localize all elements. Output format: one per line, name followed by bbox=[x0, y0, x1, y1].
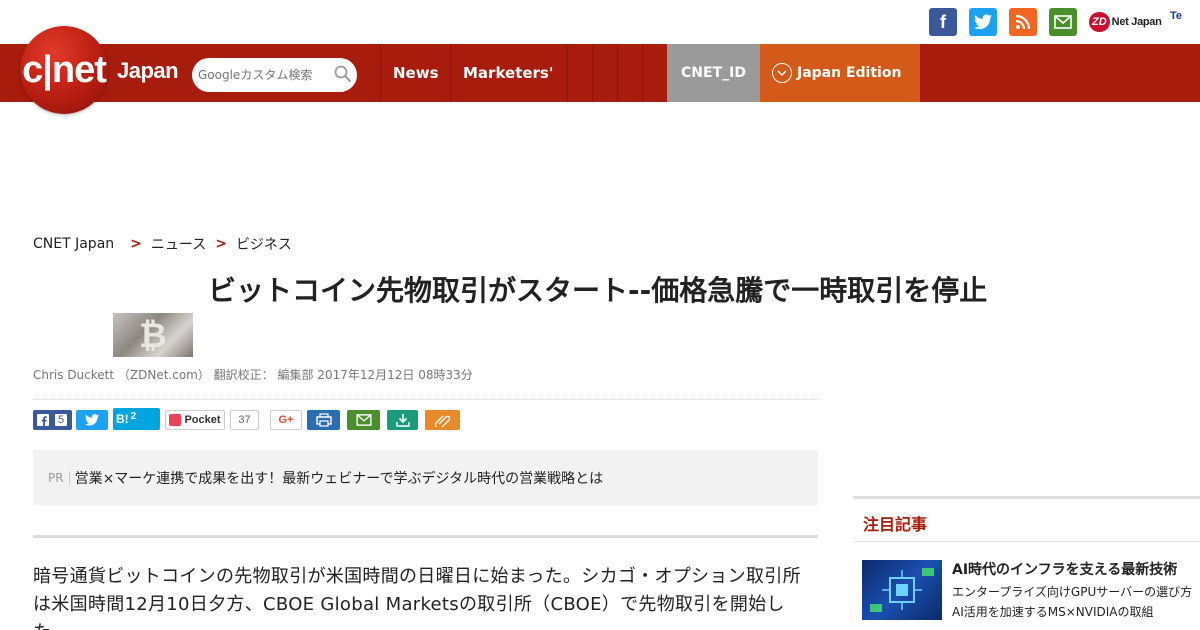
pr-text[interactable]: 営業×マーケ連携で成果を出す！最新ウェビナーで学ぶデジタル時代の営業戦略とは bbox=[75, 468, 604, 488]
search-input[interactable] bbox=[192, 58, 357, 92]
breadcrumb-separator: > bbox=[130, 236, 142, 252]
clip-button[interactable] bbox=[425, 410, 460, 430]
breadcrumb-business[interactable]: ビジネス bbox=[236, 234, 292, 254]
sidebar-item-headline[interactable]: AI時代のインフラを支える最新技術 bbox=[952, 559, 1177, 579]
sidebar-divider bbox=[853, 541, 1200, 542]
nav-separator bbox=[642, 44, 643, 102]
pr-box[interactable]: PR 営業×マーケ連携で成果を出す！最新ウェビナーで学ぶデジタル時代の営業戦略と… bbox=[33, 450, 818, 505]
nav-separator bbox=[592, 44, 593, 102]
tech-logo-text: Te bbox=[1170, 10, 1183, 22]
google-plus-button[interactable]: G+ bbox=[270, 410, 302, 430]
twitter-icon bbox=[85, 414, 99, 426]
sidebar-item-subtitle[interactable]: AI活用を加速するMS×NVIDIAの取組 bbox=[952, 603, 1154, 620]
breadcrumb-separator: > bbox=[215, 236, 227, 252]
logo-japan-text: Japan bbox=[117, 58, 179, 83]
print-icon bbox=[315, 413, 332, 427]
breadcrumb-news[interactable]: ニュース bbox=[151, 234, 206, 254]
zdnet-japan-logo[interactable]: ZD Net Japan bbox=[1089, 9, 1162, 35]
sidebar-title: 注目記事 bbox=[863, 515, 928, 534]
nav-item-news[interactable]: News bbox=[393, 44, 439, 102]
hatena-count: 2 bbox=[130, 410, 137, 422]
pocket-button[interactable]: Pocket bbox=[165, 410, 225, 430]
pocket-icon bbox=[169, 414, 182, 426]
article-byline: Chris Duckett （ZDNet.com） 翻訳校正： 編集部 2017… bbox=[33, 368, 473, 382]
nav-separator bbox=[567, 44, 568, 102]
divider bbox=[33, 399, 818, 400]
divider bbox=[33, 535, 818, 538]
breadcrumb-home[interactable]: CNET Japan bbox=[33, 236, 114, 252]
sidebar-divider bbox=[853, 496, 1200, 499]
facebook-share-button[interactable]: 5 bbox=[33, 410, 72, 430]
breadcrumb: CNET Japan > ニュース > ビジネス bbox=[33, 234, 292, 254]
nav-separator bbox=[380, 44, 381, 102]
chip-image bbox=[870, 568, 934, 612]
edition-selector[interactable]: Japan Edition bbox=[760, 44, 920, 102]
hatena-label: B! bbox=[116, 412, 129, 426]
nav-separator bbox=[450, 44, 451, 102]
mail-icon bbox=[355, 414, 372, 426]
chevron-down-icon bbox=[772, 63, 792, 83]
bitcoin-coin-image: ₿ bbox=[139, 317, 167, 355]
article-lead: 暗号通貨ビットコインの先物取引が米国時間の日曜日に始まった。シカゴ・オプション取… bbox=[33, 566, 801, 630]
sidebar-item-thumbnail[interactable] bbox=[862, 560, 942, 620]
sidebar-item-subtitle[interactable]: エンタープライズ向けGPUサーバーの選び方 bbox=[952, 583, 1192, 600]
download-icon bbox=[395, 414, 410, 427]
pocket-count: 37 bbox=[230, 410, 259, 430]
article-headline: ビットコイン先物取引がスタート--価格急騰で一時取引を停止 bbox=[208, 274, 988, 307]
download-button[interactable] bbox=[387, 410, 418, 430]
nav-item-marketers[interactable]: Marketers' bbox=[463, 44, 553, 102]
zdnet-badge: ZD bbox=[1089, 12, 1110, 32]
techrepublic-logo[interactable]: Te bbox=[1170, 10, 1182, 22]
search-icon[interactable] bbox=[334, 65, 352, 83]
facebook-share-count: 5 bbox=[55, 414, 68, 426]
twitter-icon[interactable] bbox=[969, 8, 997, 36]
article-thumbnail: ₿ bbox=[113, 313, 193, 357]
nav-separator bbox=[617, 44, 618, 102]
zdnet-text: Net Japan bbox=[1111, 16, 1162, 28]
top-utility-bar: f ZD Net Japan Te bbox=[0, 0, 1200, 44]
cnet-logo[interactable]: c|net bbox=[20, 26, 108, 114]
print-button[interactable] bbox=[307, 410, 340, 430]
edition-label: Japan Edition bbox=[797, 65, 902, 81]
pr-label: PR bbox=[48, 470, 70, 485]
mail-icon[interactable] bbox=[1049, 8, 1077, 36]
pocket-label: Pocket bbox=[184, 414, 221, 426]
main-nav: Japan News Marketers' CNET_ID Japan Edit… bbox=[0, 44, 1200, 102]
paperclip-icon bbox=[434, 415, 450, 427]
facebook-icon bbox=[37, 414, 49, 426]
facebook-icon[interactable]: f bbox=[929, 8, 957, 36]
cnet-id-button[interactable]: CNET_ID bbox=[667, 44, 760, 102]
mail-share-button[interactable] bbox=[347, 410, 380, 430]
hatena-bookmark-button[interactable]: B! 2 bbox=[113, 408, 160, 430]
twitter-share-button[interactable] bbox=[76, 410, 108, 430]
rss-icon[interactable] bbox=[1009, 8, 1037, 36]
